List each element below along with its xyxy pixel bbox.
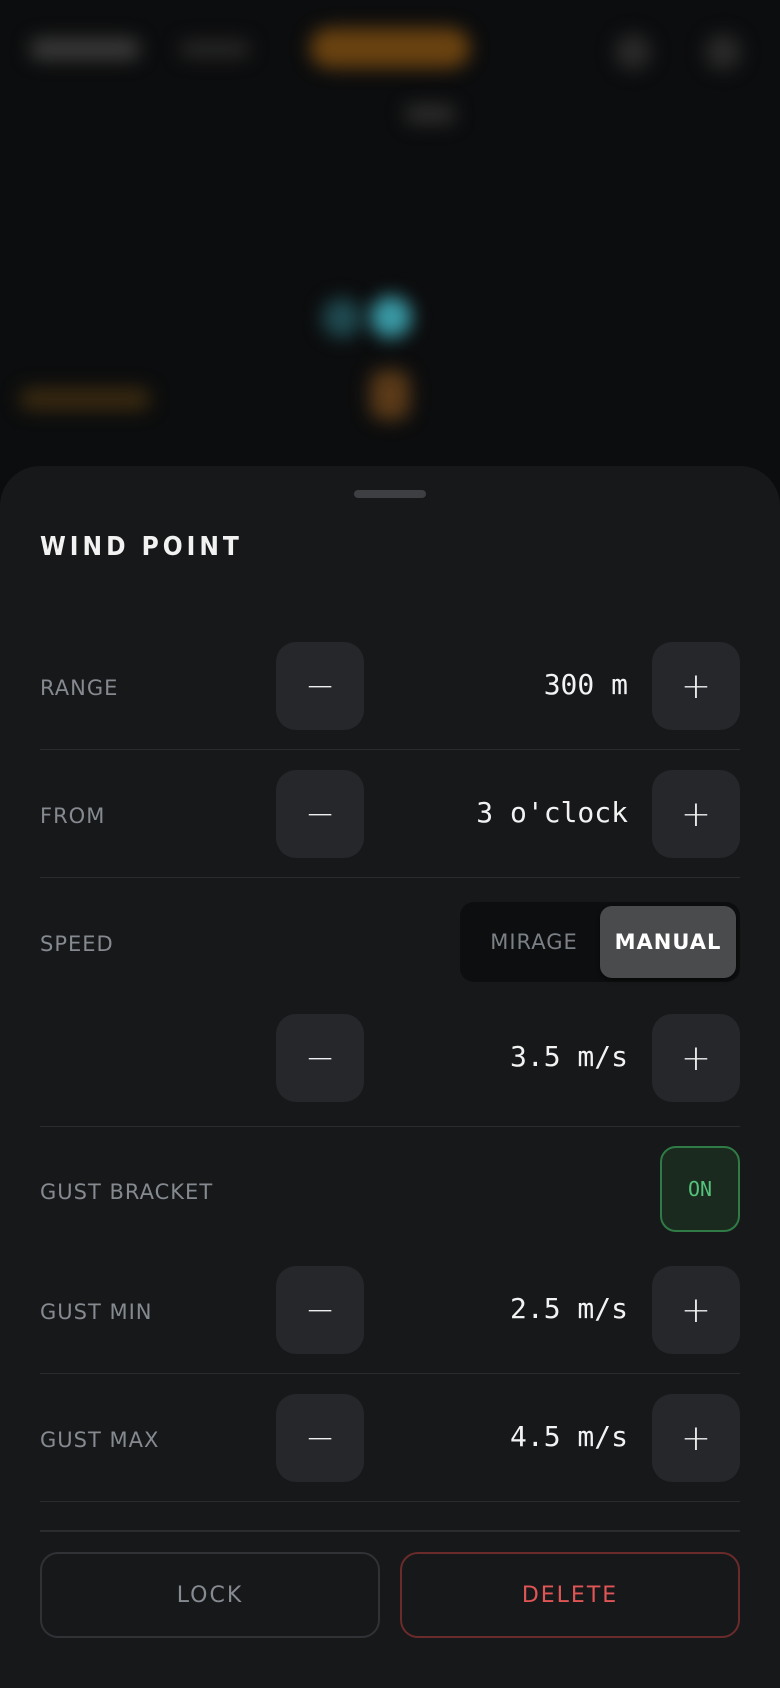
gust-min-label: GUST MIN — [40, 1300, 153, 1324]
gust-bracket-label: GUST BRACKET — [40, 1180, 214, 1204]
row-divider — [40, 1501, 740, 1502]
row-divider — [40, 1126, 740, 1127]
row-divider — [40, 1373, 740, 1374]
from-increment-button[interactable]: + — [652, 770, 740, 858]
lock-button[interactable]: LOCK — [40, 1552, 380, 1638]
delete-button[interactable]: DELETE — [400, 1552, 740, 1638]
gust-bracket-toggle[interactable]: ON — [660, 1146, 740, 1232]
row-divider — [40, 877, 740, 878]
speed-value: 3.5 m/s — [509, 1040, 628, 1073]
range-increment-button[interactable]: + — [652, 642, 740, 730]
gust-min-value: 2.5 m/s — [509, 1292, 628, 1325]
footer-divider — [40, 1530, 740, 1532]
sheet-title: WIND POINT — [40, 532, 243, 562]
range-label: RANGE — [40, 676, 119, 700]
gust-max-value: 4.5 m/s — [509, 1420, 628, 1453]
from-value: 3 o'clock — [476, 796, 628, 829]
row-divider — [40, 749, 740, 750]
blurred-map-backdrop — [0, 0, 780, 480]
speed-increment-button[interactable]: + — [652, 1014, 740, 1102]
range-value: 300 m — [543, 668, 628, 701]
speed-label: SPEED — [40, 932, 114, 956]
sheet-drag-handle[interactable] — [354, 490, 426, 498]
gust-min-increment-button[interactable]: + — [652, 1266, 740, 1354]
gust-max-increment-button[interactable]: + — [652, 1394, 740, 1482]
speed-mode-mirage-option[interactable]: MIRAGE — [468, 906, 600, 978]
from-label: FROM — [40, 804, 106, 828]
gust-max-label: GUST MAX — [40, 1428, 160, 1452]
speed-mode-segmented-control: MIRAGE MANUAL — [460, 902, 740, 982]
wind-point-sheet: WIND POINT RANGE − 300 m + FROM − 3 o'cl… — [0, 466, 780, 1688]
speed-mode-manual-option[interactable]: MANUAL — [600, 906, 736, 978]
